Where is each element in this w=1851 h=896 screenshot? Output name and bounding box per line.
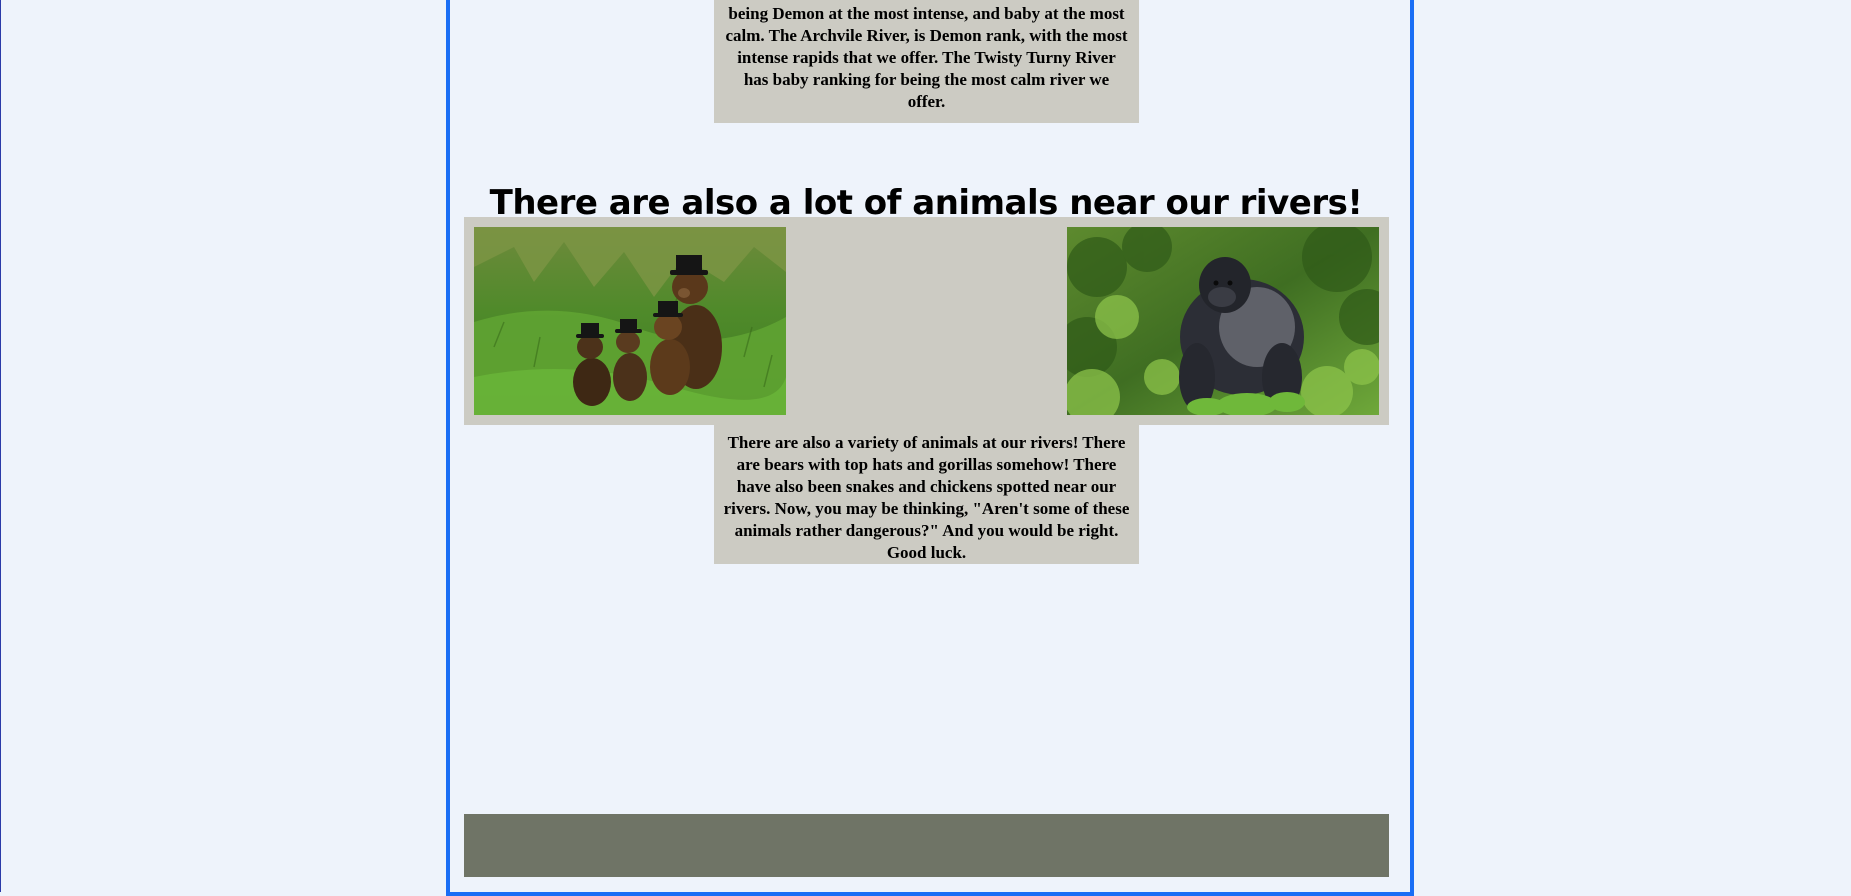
animals-description: There are also a variety of animals at o… [723,433,1130,562]
gorilla-photo [1067,227,1379,415]
animals-description-box: There are also a variety of animals at o… [714,425,1139,564]
rivers-description-box: being Demon at the most intense, and bab… [714,0,1139,123]
rivers-description: being Demon at the most intense, and bab… [725,4,1128,111]
bears-in-top-hats-photo [474,227,786,415]
animal-images-strip [464,217,1389,425]
footer [464,814,1389,877]
window-edge [0,0,1,892]
